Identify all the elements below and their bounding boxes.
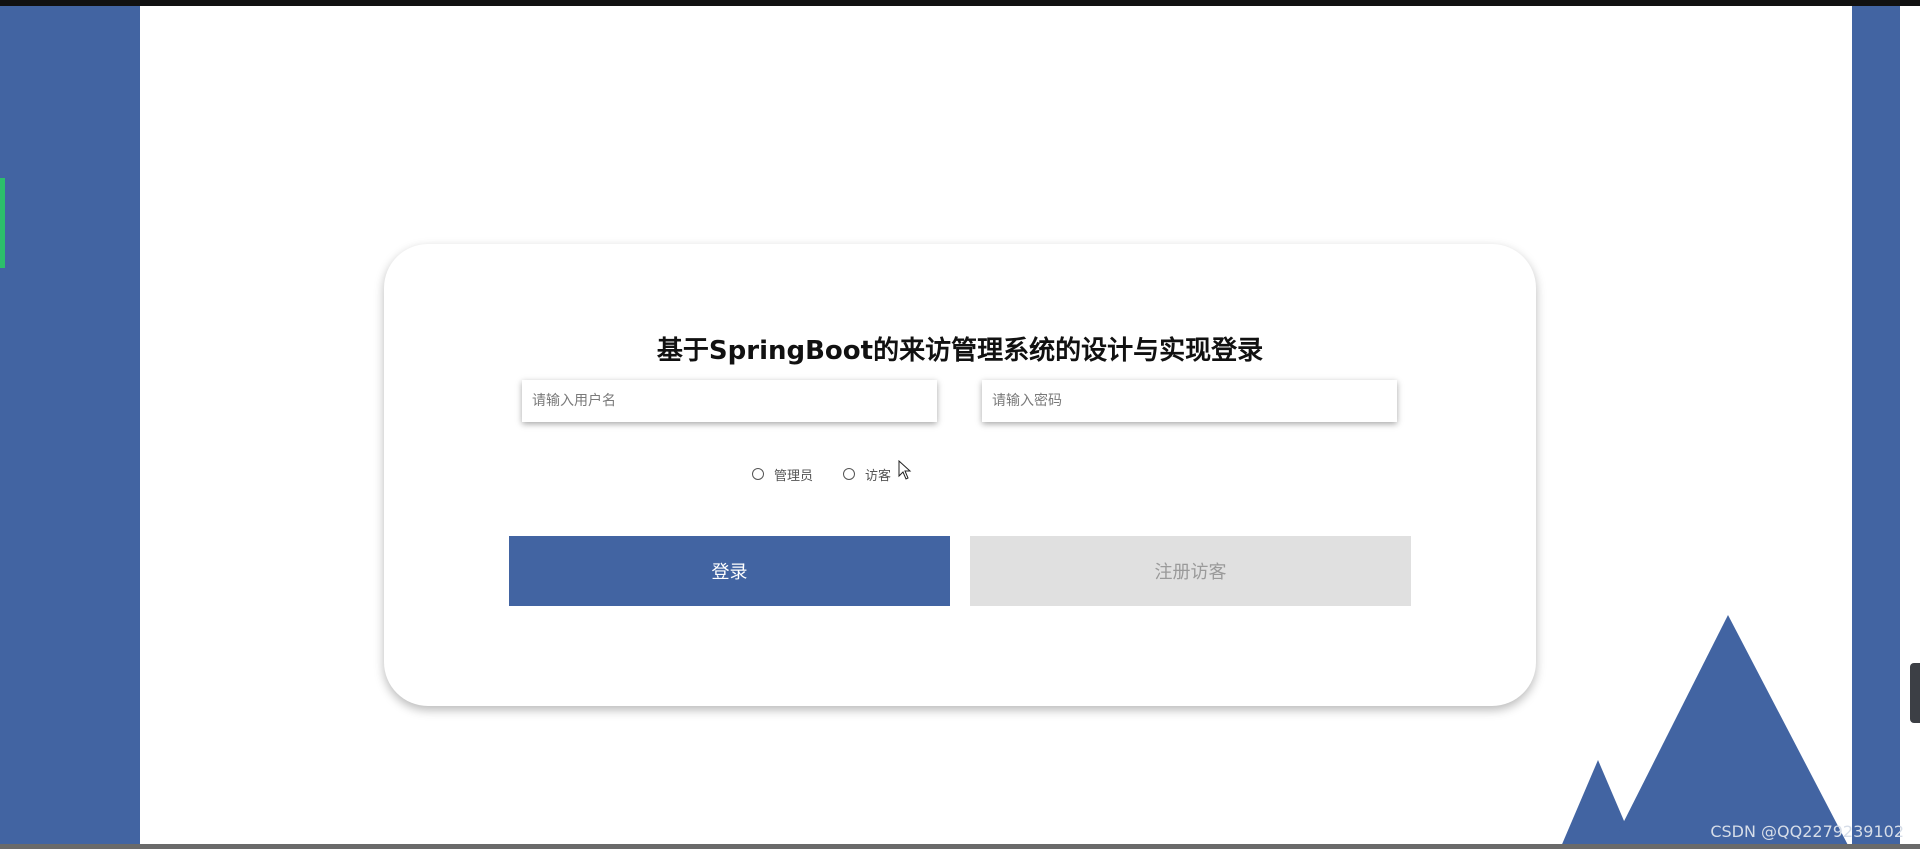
mouse-cursor-icon	[898, 460, 912, 480]
role-label-visitor: 访客	[865, 468, 892, 484]
side-drawer-handle[interactable]	[1910, 663, 1920, 723]
role-label-admin: 管理员	[774, 468, 814, 484]
left-side-panel	[0, 6, 140, 844]
role-option-admin[interactable]: 管理员	[752, 465, 813, 484]
mountain-decoration	[1560, 615, 1850, 849]
top-bar	[0, 0, 1920, 6]
large-mountain	[1610, 615, 1850, 849]
bottom-bar	[0, 844, 1920, 849]
login-card: 基于SpringBoot的来访管理系统的设计与实现登录 管理员 访客 登录 注册…	[384, 244, 1536, 706]
left-accent-tab	[0, 178, 5, 268]
login-title: 基于SpringBoot的来访管理系统的设计与实现登录	[656, 336, 1264, 366]
right-side-panel	[1852, 6, 1900, 844]
role-radio-group: 管理员 访客	[752, 464, 921, 484]
password-input[interactable]	[982, 380, 1397, 422]
register-visitor-button[interactable]: 注册访客	[970, 536, 1411, 606]
watermark: CSDN @QQ2279239102	[1710, 822, 1904, 841]
login-screen: 基于SpringBoot的来访管理系统的设计与实现登录 管理员 访客 登录 注册…	[0, 0, 1920, 849]
login-button[interactable]: 登录	[509, 536, 950, 606]
radio-circle-icon[interactable]	[843, 468, 856, 480]
radio-circle-icon[interactable]	[752, 468, 764, 480]
role-option-visitor[interactable]: 访客	[843, 465, 891, 484]
username-input[interactable]	[522, 380, 937, 422]
